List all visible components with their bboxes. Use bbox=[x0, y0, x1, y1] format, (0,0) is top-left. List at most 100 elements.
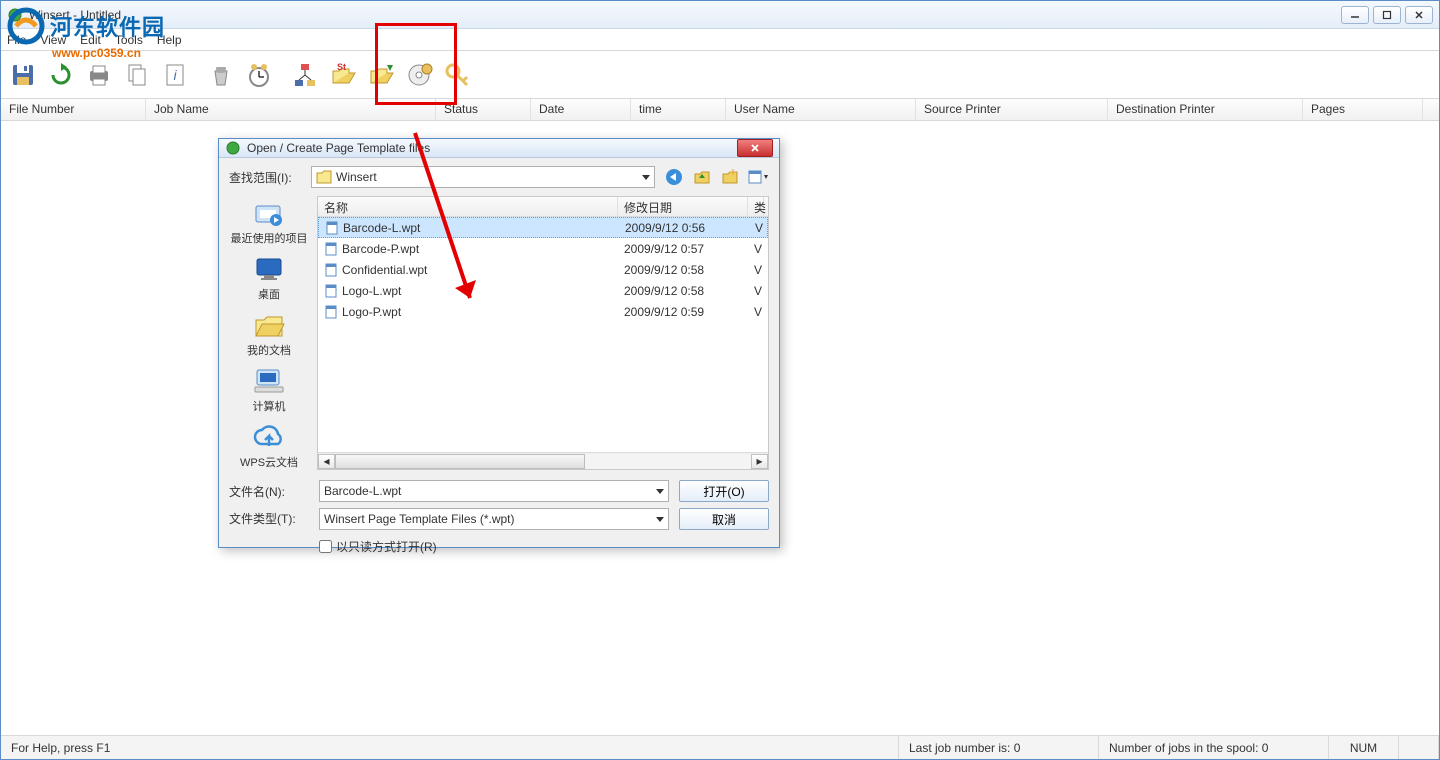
menubar: File View Edit Tools Help bbox=[1, 29, 1439, 51]
menu-help[interactable]: Help bbox=[157, 33, 182, 47]
file-typecol: V bbox=[754, 284, 762, 298]
info-icon[interactable]: i bbox=[157, 55, 193, 95]
file-row[interactable]: Barcode-L.wpt 2009/9/12 0:56 V bbox=[318, 217, 768, 238]
cancel-button[interactable]: 取消 bbox=[679, 508, 769, 530]
file-typecol: V bbox=[755, 221, 763, 235]
menu-tools[interactable]: Tools bbox=[115, 33, 143, 47]
file-name: Barcode-L.wpt bbox=[343, 221, 420, 235]
minimize-button[interactable] bbox=[1341, 6, 1369, 24]
key-icon[interactable] bbox=[439, 55, 475, 95]
dialog-main: 最近使用的项目 桌面 我的文档 计算机 WPS云文档 bbox=[229, 196, 769, 470]
col-time[interactable]: time bbox=[631, 99, 726, 120]
file-date: 2009/9/12 0:57 bbox=[624, 242, 704, 256]
back-icon[interactable] bbox=[663, 166, 685, 188]
place-wpscloud-label: WPS云文档 bbox=[240, 454, 298, 470]
flowchart-icon[interactable] bbox=[287, 55, 323, 95]
refresh-icon[interactable] bbox=[43, 55, 79, 95]
dialog-app-icon bbox=[225, 140, 241, 156]
col-user-name[interactable]: User Name bbox=[726, 99, 916, 120]
file-row[interactable]: Logo-P.wpt 2009/9/12 0:59 V bbox=[318, 301, 768, 322]
file-typecol: V bbox=[754, 242, 762, 256]
place-computer-label: 计算机 bbox=[253, 398, 286, 414]
file-type-icon bbox=[324, 305, 338, 319]
file-list-header: 名称 修改日期 类 bbox=[318, 197, 768, 217]
file-name: Confidential.wpt bbox=[342, 263, 427, 277]
col-file-number[interactable]: File Number bbox=[1, 99, 146, 120]
place-wpscloud[interactable]: WPS云文档 bbox=[240, 422, 298, 470]
filetype-combo[interactable]: Winsert Page Template Files (*.wpt) bbox=[319, 508, 669, 530]
lookin-row: 查找范围(I): Winsert bbox=[229, 166, 769, 188]
main-titlebar: Winsert - Untitled bbox=[1, 1, 1439, 29]
lookin-combo[interactable]: Winsert bbox=[311, 166, 655, 188]
file-type-icon bbox=[325, 221, 339, 235]
lookin-toolbar bbox=[663, 166, 769, 188]
place-desktop[interactable]: 桌面 bbox=[252, 254, 286, 302]
dialog-close-button[interactable] bbox=[737, 139, 773, 157]
open-button[interactable]: 打开(O) bbox=[679, 480, 769, 502]
app-icon bbox=[7, 7, 23, 23]
dialog-title: Open / Create Page Template files bbox=[247, 141, 737, 155]
clock-icon[interactable] bbox=[241, 55, 277, 95]
delete-icon[interactable] bbox=[203, 55, 239, 95]
place-desktop-label: 桌面 bbox=[258, 286, 280, 302]
file-row[interactable]: Barcode-P.wpt 2009/9/12 0:57 V bbox=[318, 238, 768, 259]
file-name: Barcode-P.wpt bbox=[342, 242, 419, 256]
place-recent-label: 最近使用的项目 bbox=[231, 230, 308, 246]
file-type-icon bbox=[324, 284, 338, 298]
status-last-job: Last job number is: 0 bbox=[899, 736, 1099, 759]
col-date[interactable]: Date bbox=[531, 99, 631, 120]
file-col-name[interactable]: 名称 bbox=[318, 197, 618, 216]
folder-icon bbox=[316, 170, 332, 184]
file-list[interactable]: Barcode-L.wpt2009/9/12 0:56VBarcode-P.wp… bbox=[318, 217, 768, 452]
horizontal-scrollbar[interactable]: ◂▸ bbox=[318, 452, 768, 469]
dialog-body: 查找范围(I): Winsert 最近使用的项目 bbox=[219, 158, 779, 565]
filename-combo[interactable]: Barcode-L.wpt bbox=[319, 480, 669, 502]
col-job-name[interactable]: Job Name bbox=[146, 99, 436, 120]
svg-text:St: St bbox=[337, 62, 346, 72]
file-typecol: V bbox=[754, 305, 762, 319]
file-name: Logo-P.wpt bbox=[342, 305, 401, 319]
filename-label: 文件名(N): bbox=[229, 483, 309, 500]
col-destination-printer[interactable]: Destination Printer bbox=[1108, 99, 1303, 120]
new-folder-icon[interactable] bbox=[719, 166, 741, 188]
menu-file[interactable]: File bbox=[7, 33, 26, 47]
place-mydocs[interactable]: 我的文档 bbox=[247, 310, 291, 358]
open-dialog: Open / Create Page Template files 查找范围(I… bbox=[218, 138, 780, 548]
place-computer[interactable]: 计算机 bbox=[252, 366, 286, 414]
status-num-jobs: Number of jobs in the spool: 0 bbox=[1099, 736, 1329, 759]
documents-icon[interactable] bbox=[119, 55, 155, 95]
readonly-checkbox[interactable] bbox=[319, 540, 332, 553]
file-name: Logo-L.wpt bbox=[342, 284, 401, 298]
file-col-type[interactable]: 类 bbox=[748, 197, 764, 216]
menu-view[interactable]: View bbox=[40, 33, 66, 47]
file-typecol: V bbox=[754, 263, 762, 277]
statusbar: For Help, press F1 Last job number is: 0… bbox=[1, 735, 1439, 759]
dialog-bottom: 文件名(N): 文件类型(T): Barcode-L.wpt Winsert P… bbox=[229, 470, 769, 555]
status-help: For Help, press F1 bbox=[1, 736, 899, 759]
save-icon[interactable] bbox=[5, 55, 41, 95]
file-type-icon bbox=[324, 242, 338, 256]
col-status[interactable]: Status bbox=[436, 99, 531, 120]
lookin-value: Winsert bbox=[336, 170, 638, 184]
maximize-button[interactable] bbox=[1373, 6, 1401, 24]
places-bar: 最近使用的项目 桌面 我的文档 计算机 WPS云文档 bbox=[229, 196, 309, 470]
file-date: 2009/9/12 0:56 bbox=[625, 221, 705, 235]
open-stamp-icon[interactable]: St bbox=[325, 55, 361, 95]
col-source-printer[interactable]: Source Printer bbox=[916, 99, 1108, 120]
file-date: 2009/9/12 0:59 bbox=[624, 305, 704, 319]
file-row[interactable]: Confidential.wpt2009/9/12 0:58V bbox=[318, 259, 768, 280]
window-title: Winsert - Untitled bbox=[29, 8, 1341, 22]
view-menu-icon[interactable] bbox=[747, 166, 769, 188]
menu-edit[interactable]: Edit bbox=[80, 33, 101, 47]
grid-header: File Number Job Name Status Date time Us… bbox=[1, 99, 1439, 121]
open-template-icon[interactable] bbox=[363, 55, 399, 95]
file-row[interactable]: Logo-L.wpt2009/9/12 0:58V bbox=[318, 280, 768, 301]
print-icon[interactable] bbox=[81, 55, 117, 95]
col-pages[interactable]: Pages bbox=[1303, 99, 1423, 120]
cd-settings-icon[interactable] bbox=[401, 55, 437, 95]
dialog-titlebar: Open / Create Page Template files bbox=[219, 139, 779, 158]
file-col-date[interactable]: 修改日期 bbox=[618, 197, 748, 216]
up-folder-icon[interactable] bbox=[691, 166, 713, 188]
close-button[interactable] bbox=[1405, 6, 1433, 24]
place-recent[interactable]: 最近使用的项目 bbox=[231, 198, 308, 246]
